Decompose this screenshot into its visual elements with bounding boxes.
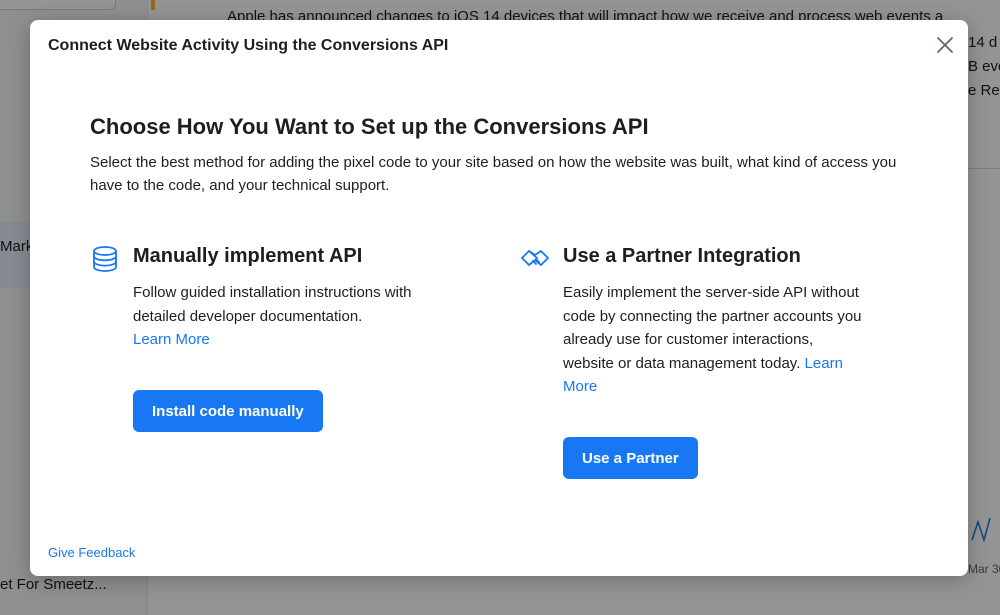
close-icon [937,37,953,53]
section-heading: Choose How You Want to Set up the Conver… [90,114,649,139]
close-button[interactable] [934,34,956,56]
learn-more-link[interactable]: Learn More [133,331,210,348]
conversions-api-modal: Connect Website Activity Using the Conve… [30,20,968,576]
section-description: Select the best method for adding the pi… [90,154,897,194]
option-title: Manually implement API [133,245,363,267]
modal-title: Connect Website Activity Using the Conve… [48,37,449,54]
option-description: Follow guided installation instructions … [133,284,412,325]
option-body: Follow guided installation instructions … [133,281,433,352]
database-icon [93,246,117,272]
option-body: Easily implement the server-side API wit… [563,281,863,399]
option-title: Use a Partner Integration [563,245,801,267]
handshake-icon [521,250,549,266]
give-feedback-link[interactable]: Give Feedback [48,545,135,560]
install-code-manually-button[interactable]: Install code manually [133,390,323,432]
use-a-partner-button[interactable]: Use a Partner [563,437,698,479]
